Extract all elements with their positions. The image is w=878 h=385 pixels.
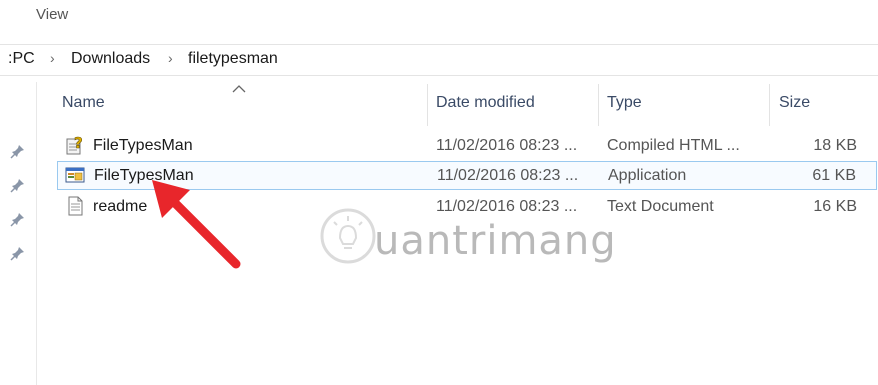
column-header-size[interactable]: Size: [779, 94, 810, 112]
breadcrumb-downloads[interactable]: Downloads: [71, 50, 150, 68]
column-header-type[interactable]: Type: [607, 94, 642, 112]
red-pointer-arrow-icon: [152, 180, 241, 269]
application-icon: [65, 167, 85, 183]
column-header-name[interactable]: Name: [62, 94, 105, 112]
file-size: 16 KB: [813, 198, 857, 215]
pin-icon[interactable]: [10, 211, 26, 227]
file-name: FileTypesMan: [93, 137, 193, 154]
file-type: Application: [608, 167, 687, 184]
column-divider[interactable]: [769, 84, 770, 126]
file-type: Compiled HTML ...: [607, 137, 740, 154]
pin-icon[interactable]: [10, 143, 26, 159]
file-row[interactable]: ? FileTypesMan 11/02/2016 08:23 ... Comp…: [57, 131, 877, 160]
breadcrumb-separator-icon[interactable]: ›: [168, 50, 173, 66]
file-size: 61 KB: [812, 167, 856, 184]
chm-help-icon: ?: [66, 135, 83, 155]
ribbon-tab-view[interactable]: View: [36, 6, 68, 23]
text-document-icon: [68, 196, 83, 216]
file-type: Text Document: [607, 198, 714, 215]
pin-icon[interactable]: [10, 177, 26, 193]
file-size: 18 KB: [813, 137, 857, 154]
ribbon: View: [0, 0, 878, 36]
breadcrumb-pc[interactable]: :PC: [8, 50, 35, 68]
breadcrumb-separator-icon[interactable]: ›: [50, 50, 55, 66]
column-divider[interactable]: [427, 84, 428, 126]
nav-pane-divider: [36, 82, 37, 385]
file-date: 11/02/2016 08:23 ...: [436, 198, 578, 215]
file-date: 11/02/2016 08:23 ...: [436, 137, 578, 154]
breadcrumb-pc-label: PC: [12, 50, 35, 67]
breadcrumb-filetypesman[interactable]: filetypesman: [188, 50, 278, 68]
file-date: 11/02/2016 08:23 ...: [437, 167, 579, 184]
svg-text:?: ?: [74, 135, 83, 152]
watermark-logo-icon: [320, 208, 376, 264]
sort-ascending-icon: [232, 85, 246, 93]
column-divider[interactable]: [598, 84, 599, 126]
column-header-date-modified[interactable]: Date modified: [436, 94, 535, 112]
watermark-text: uantrimang: [374, 218, 617, 264]
pin-icon[interactable]: [10, 245, 26, 261]
